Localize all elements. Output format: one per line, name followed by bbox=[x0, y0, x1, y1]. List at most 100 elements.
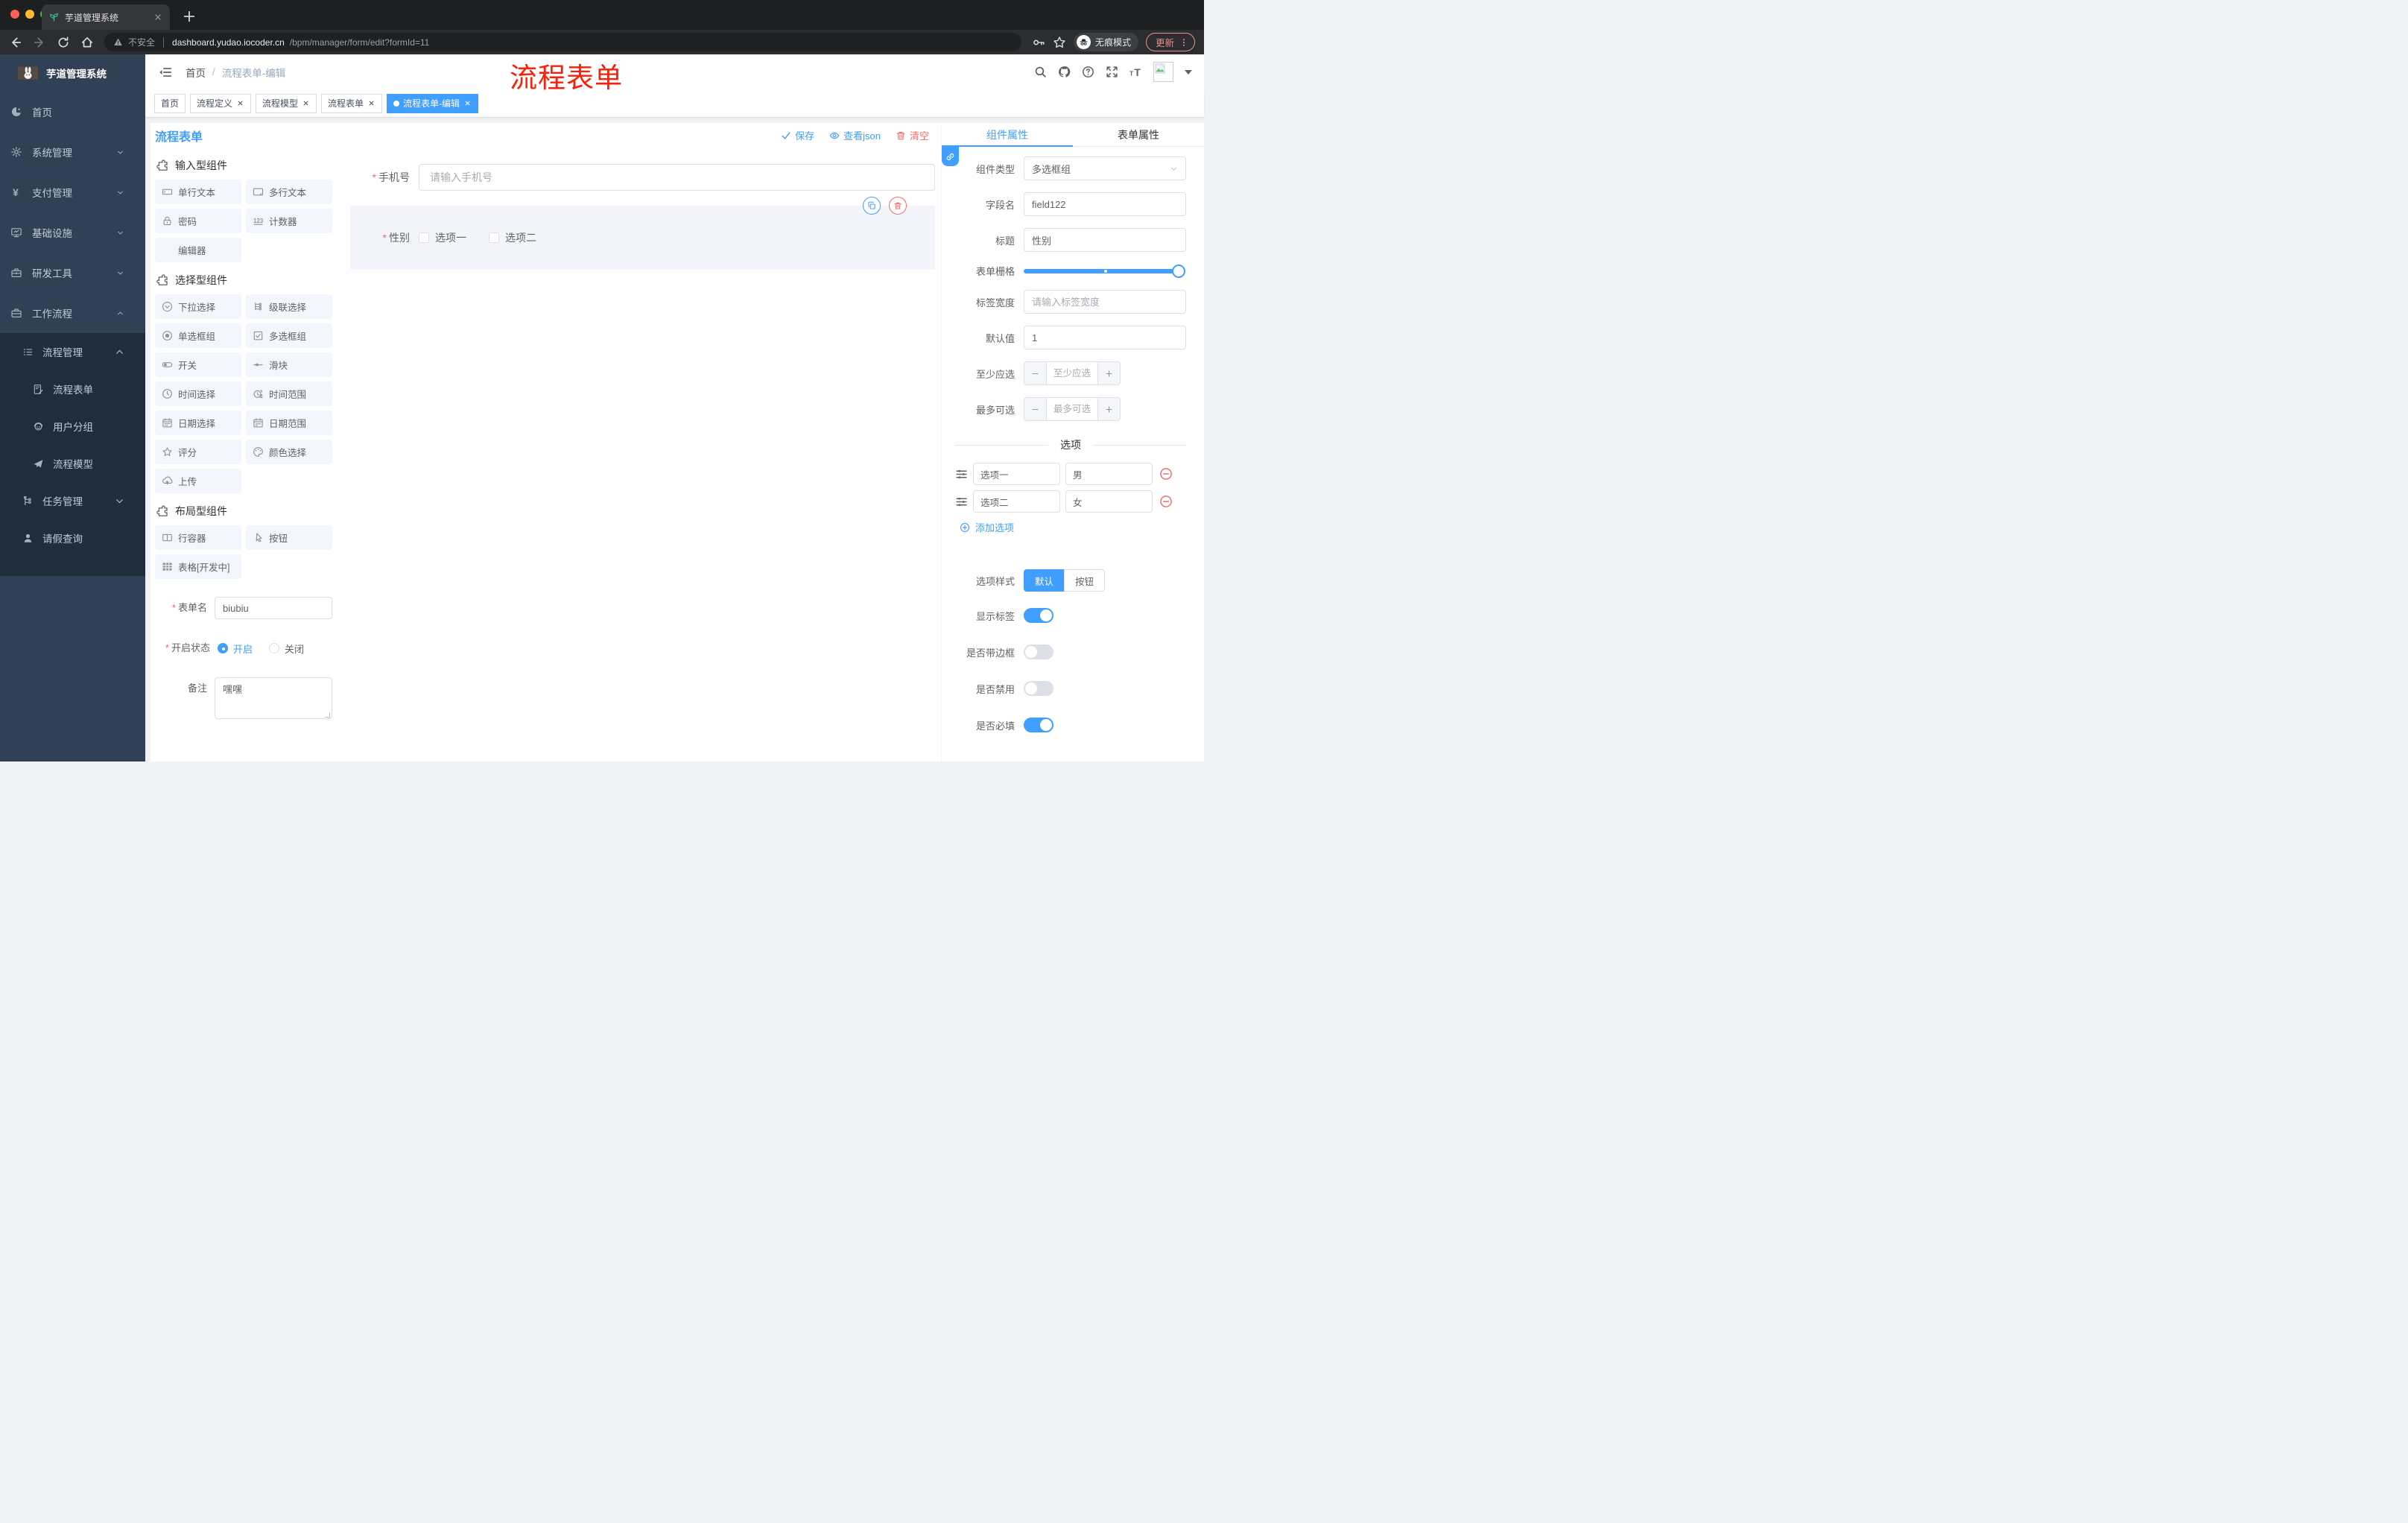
library-item[interactable]: 日期选择 bbox=[155, 411, 241, 435]
sidebar-item-1[interactable]: 系统管理 bbox=[0, 132, 145, 172]
minus-icon[interactable] bbox=[1024, 398, 1046, 420]
tab-close-icon[interactable] bbox=[153, 13, 162, 22]
tag-close-icon[interactable] bbox=[236, 99, 244, 107]
library-item[interactable]: 单行文本 bbox=[155, 180, 241, 204]
copy-component-button[interactable] bbox=[863, 197, 881, 215]
library-item[interactable]: 开关 bbox=[155, 352, 241, 377]
browser-tab[interactable]: 芋道管理系统 bbox=[42, 4, 170, 30]
back-icon[interactable] bbox=[9, 36, 22, 49]
library-item[interactable]: 多选框组 bbox=[246, 323, 332, 348]
plus-icon[interactable] bbox=[1098, 362, 1120, 384]
forward-icon[interactable] bbox=[33, 36, 46, 49]
sidebar-item-4[interactable]: 研发工具 bbox=[0, 253, 145, 293]
submenu-item-4[interactable]: 任务管理 bbox=[0, 482, 145, 519]
breadcrumb-home[interactable]: 首页 bbox=[186, 65, 206, 80]
library-item[interactable]: 时间选择 bbox=[155, 381, 241, 406]
option-label-input[interactable] bbox=[973, 490, 1060, 513]
remove-option-icon[interactable] bbox=[1159, 495, 1173, 508]
library-item[interactable]: 表格[开发中] bbox=[155, 554, 241, 579]
minus-icon[interactable] bbox=[1024, 362, 1046, 384]
form-canvas[interactable]: *手机号 *性别 选项一 选项二 bbox=[337, 148, 935, 762]
toggle-switch[interactable] bbox=[1024, 645, 1054, 659]
add-option-button[interactable]: 添加选项 bbox=[960, 520, 1186, 534]
view-json-button[interactable]: 查看json bbox=[829, 128, 881, 142]
submenu-item-0[interactable]: 流程管理 bbox=[0, 333, 145, 370]
toggle-switch[interactable] bbox=[1024, 718, 1054, 732]
form-remark-textarea[interactable]: 嘿嘿 bbox=[215, 677, 332, 719]
tag-close-icon[interactable] bbox=[463, 99, 472, 107]
sidebar-item-2[interactable]: ¥ 支付管理 bbox=[0, 172, 145, 212]
avatar[interactable] bbox=[1153, 62, 1173, 82]
sidebar-fold-icon[interactable] bbox=[159, 66, 172, 79]
tag-2[interactable]: 流程模型 bbox=[256, 93, 317, 113]
tag-3[interactable]: 流程表单 bbox=[321, 93, 383, 113]
max-select-input[interactable] bbox=[1046, 398, 1098, 420]
submenu-item-1[interactable]: 流程表单 bbox=[0, 370, 145, 408]
reload-icon[interactable] bbox=[57, 36, 70, 49]
font-size-icon[interactable]: TT bbox=[1129, 66, 1142, 78]
plus-icon[interactable] bbox=[1098, 398, 1120, 420]
style-default-button[interactable]: 默认 bbox=[1024, 569, 1065, 592]
min-select-input[interactable] bbox=[1046, 362, 1098, 384]
toggle-switch[interactable] bbox=[1024, 608, 1054, 623]
minimize-window-icon[interactable] bbox=[25, 10, 34, 19]
bookmark-star-icon[interactable] bbox=[1053, 36, 1066, 49]
home-icon[interactable] bbox=[80, 36, 94, 49]
library-item[interactable]: 日期范围 bbox=[246, 411, 332, 435]
library-item[interactable]: 下拉选择 bbox=[155, 294, 241, 319]
canvas-field-phone[interactable]: * 手机号 bbox=[344, 164, 935, 191]
tag-close-icon[interactable] bbox=[302, 99, 310, 107]
submenu-item-3[interactable]: 流程模型 bbox=[0, 445, 145, 482]
help-icon[interactable] bbox=[1082, 66, 1094, 78]
github-icon[interactable] bbox=[1058, 66, 1071, 78]
close-window-icon[interactable] bbox=[10, 10, 19, 19]
style-button-button[interactable]: 按钮 bbox=[1064, 569, 1106, 592]
option-value-input[interactable] bbox=[1065, 463, 1153, 485]
option-label-input[interactable] bbox=[973, 463, 1060, 485]
library-item[interactable]: 行容器 bbox=[155, 525, 241, 550]
save-button[interactable]: 保存 bbox=[781, 128, 814, 142]
checkbox-icon[interactable] bbox=[419, 232, 429, 243]
canvas-field-gender-selected[interactable]: * 性别 选项一 选项二 bbox=[350, 197, 935, 270]
update-button[interactable]: 更新 bbox=[1145, 33, 1195, 51]
label-width-input[interactable] bbox=[1024, 290, 1186, 314]
library-item[interactable]: 编辑器 bbox=[155, 238, 241, 262]
sidebar-item-3[interactable]: 基础设施 bbox=[0, 212, 145, 253]
form-name-input[interactable] bbox=[215, 597, 332, 619]
search-icon[interactable] bbox=[1034, 66, 1047, 78]
drag-handle-icon[interactable] bbox=[955, 495, 968, 508]
link-tag[interactable] bbox=[942, 147, 959, 166]
status-on-radio[interactable]: 开启 bbox=[218, 642, 253, 656]
slider-handle[interactable] bbox=[1172, 264, 1185, 278]
sidebar-item-0[interactable]: 首页 bbox=[0, 92, 145, 132]
field-name-input[interactable] bbox=[1024, 192, 1186, 216]
gender-option-1[interactable]: 选项二 bbox=[489, 230, 536, 245]
library-item[interactable]: 级联选择 bbox=[246, 294, 332, 319]
tag-0[interactable]: 首页 bbox=[154, 93, 186, 113]
app-logo[interactable]: 芋道管理系统 bbox=[0, 54, 145, 92]
tag-close-icon[interactable] bbox=[367, 99, 376, 107]
library-item[interactable]: 评分 bbox=[155, 440, 241, 464]
library-item[interactable]: 123 计数器 bbox=[246, 209, 332, 233]
submenu-item-5[interactable]: 请假查询 bbox=[0, 519, 145, 557]
browser-menu-icon[interactable] bbox=[1179, 38, 1188, 47]
tag-4[interactable]: 流程表单-编辑 bbox=[387, 93, 479, 113]
avatar-caret-icon[interactable] bbox=[1185, 69, 1192, 75]
fullscreen-icon[interactable] bbox=[1106, 66, 1118, 78]
delete-component-button[interactable] bbox=[889, 197, 907, 215]
url-bar[interactable]: 不安全 dashboard.yudao.iocoder.cn/bpm/manag… bbox=[104, 33, 1021, 51]
drag-handle-icon[interactable] bbox=[955, 468, 968, 481]
new-tab-icon[interactable] bbox=[182, 9, 197, 24]
library-item[interactable]: 多行文本 bbox=[246, 180, 332, 204]
phone-input[interactable] bbox=[419, 164, 935, 191]
library-item[interactable]: 滑块 bbox=[246, 352, 332, 377]
default-value-input[interactable] bbox=[1024, 326, 1186, 349]
tab-component-props[interactable]: 组件属性 bbox=[942, 123, 1073, 147]
remove-option-icon[interactable] bbox=[1159, 467, 1173, 481]
library-item[interactable]: 按钮 bbox=[246, 525, 332, 550]
password-key-icon[interactable] bbox=[1032, 36, 1045, 49]
toggle-switch[interactable] bbox=[1024, 681, 1054, 696]
clear-button[interactable]: 清空 bbox=[896, 128, 929, 142]
component-type-select[interactable]: 多选框组 bbox=[1024, 156, 1186, 180]
option-value-input[interactable] bbox=[1065, 490, 1153, 513]
